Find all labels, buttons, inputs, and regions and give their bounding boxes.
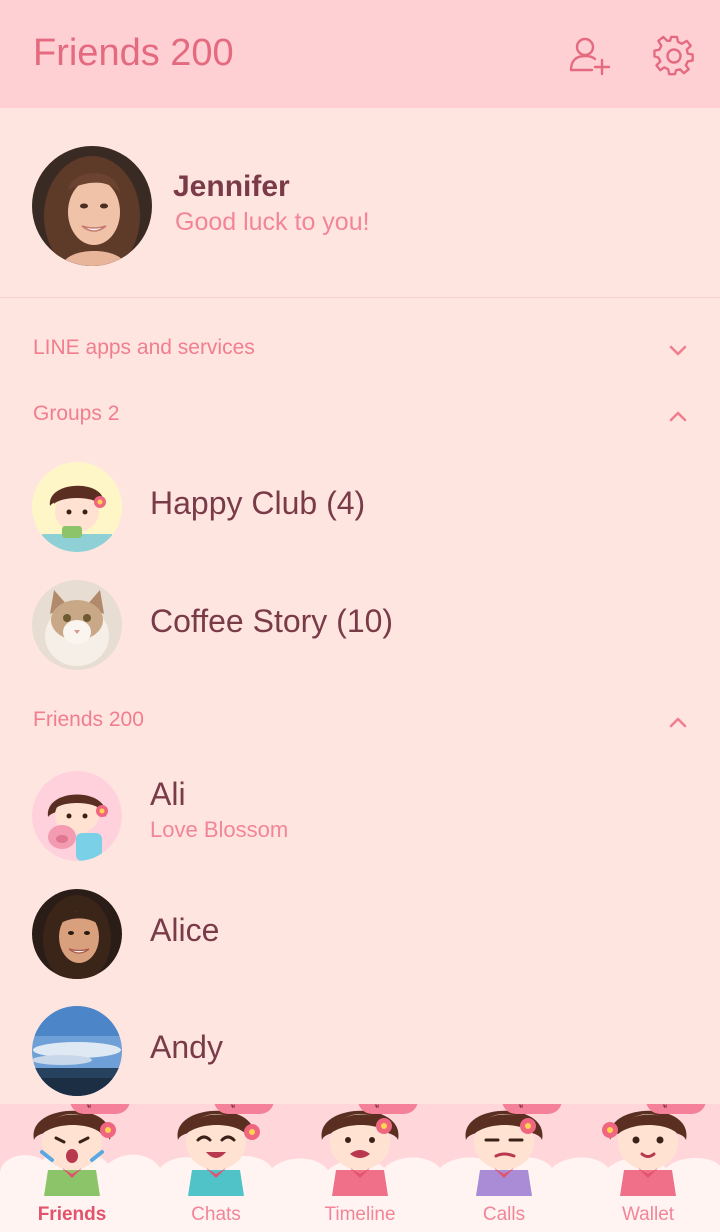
- list-item[interactable]: Ali Love Blossom: [0, 761, 720, 871]
- add-person-icon[interactable]: [568, 34, 612, 78]
- tab-label: Friends: [37, 1204, 107, 1225]
- chats-tab-icon: [177, 1110, 260, 1196]
- sticker-tag: ครูกานต์: [502, 1104, 563, 1114]
- tab-label: Calls: [482, 1204, 526, 1225]
- section-line-apps[interactable]: LINE apps and services: [0, 322, 720, 378]
- friend-avatar: [32, 1006, 122, 1096]
- tab-label: Chats: [191, 1204, 241, 1225]
- section-friends[interactable]: Friends 200: [0, 694, 720, 750]
- friends-tab-icon: [33, 1110, 116, 1196]
- friend-name: Andy: [150, 1029, 223, 1065]
- group-avatar: [32, 580, 122, 670]
- sticker-tag: ครูกานต์: [214, 1104, 275, 1114]
- list-item[interactable]: Alice: [0, 879, 720, 989]
- my-profile[interactable]: Jennifer Good luck to you!: [0, 108, 720, 298]
- list-item[interactable]: Coffee Story (10): [0, 570, 720, 680]
- friend-name: Alice: [150, 912, 220, 948]
- profile-status-message: Good luck to you!: [175, 208, 370, 236]
- chevron-up-icon[interactable]: [666, 404, 690, 428]
- profile-avatar: [32, 146, 152, 266]
- group-avatar: [32, 462, 122, 552]
- friend-name: Ali: [150, 776, 186, 812]
- friend-avatar: [32, 771, 122, 861]
- tab-calls[interactable]: ครูกานต์ Calls: [432, 1104, 576, 1232]
- section-label: LINE apps and services: [33, 336, 255, 359]
- profile-name: Jennifer: [173, 170, 290, 203]
- gear-icon[interactable]: [652, 34, 696, 78]
- tab-label: Timeline: [324, 1204, 396, 1225]
- tab-chats[interactable]: ครูกานต์ Chats: [144, 1104, 288, 1232]
- section-label: Friends 200: [33, 708, 144, 731]
- sticker-tag: ครูกานต์: [70, 1104, 131, 1114]
- section-groups[interactable]: Groups 2: [0, 388, 720, 444]
- friend-status-message: Love Blossom: [150, 817, 289, 842]
- page-title: Friends 200: [33, 32, 234, 74]
- list-item[interactable]: Happy Club (4): [0, 452, 720, 562]
- tab-label: Wallet: [621, 1204, 675, 1225]
- sticker-tag: ครูกานต์: [358, 1104, 419, 1114]
- top-bar: Friends 200: [0, 0, 720, 108]
- timeline-tab-icon: [321, 1110, 399, 1196]
- group-name: Coffee Story (10): [150, 603, 394, 639]
- tab-timeline[interactable]: ครูกานต์ Timeline: [288, 1104, 432, 1232]
- tab-friends[interactable]: ครูกานต์ Friends: [0, 1104, 144, 1232]
- calls-tab-icon: [465, 1110, 543, 1196]
- sticker-tag: ครูกานต์: [646, 1104, 707, 1114]
- list-item[interactable]: Andy: [0, 996, 720, 1106]
- friend-avatar: [32, 889, 122, 979]
- group-name: Happy Club (4): [150, 485, 366, 521]
- bottom-tab-bar: ครูกานต์ Friends ครูกานต์ Chats ครูกาน: [0, 1104, 720, 1232]
- tab-wallet[interactable]: ครูกานต์ Wallet: [576, 1104, 720, 1232]
- wallet-tab-icon: [602, 1110, 687, 1196]
- section-label: Groups 2: [33, 402, 120, 425]
- chevron-up-icon[interactable]: [666, 710, 690, 734]
- chevron-down-icon[interactable]: [666, 338, 690, 362]
